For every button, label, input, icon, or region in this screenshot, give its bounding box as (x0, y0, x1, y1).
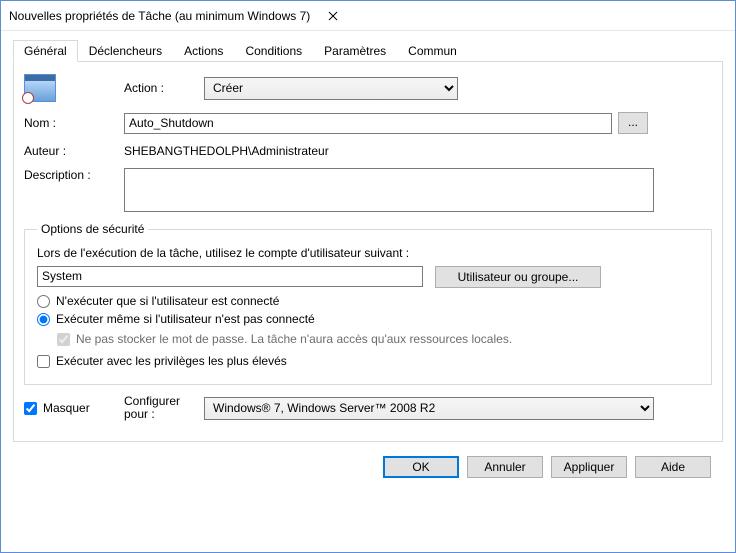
description-input[interactable] (124, 168, 654, 212)
security-groupbox: Options de sécurité Lors de l'exécution … (24, 222, 712, 385)
radio-not-logged-on[interactable] (37, 313, 50, 326)
change-user-button[interactable]: Utilisateur ou groupe... (435, 266, 601, 288)
no-store-password-label: Ne pas stocker le mot de passe. La tâche… (76, 332, 512, 346)
nom-label: Nom : (24, 116, 124, 130)
apply-button[interactable]: Appliquer (551, 456, 627, 478)
radio-logged-on-label: N'exécuter que si l'utilisateur est conn… (56, 294, 279, 308)
ok-button[interactable]: OK (383, 456, 459, 478)
window-title: Nouvelles propriétés de Tâche (au minimu… (9, 9, 310, 23)
security-intro: Lors de l'exécution de la tâche, utilise… (37, 246, 699, 260)
help-button[interactable]: Aide (635, 456, 711, 478)
tab-commun[interactable]: Commun (397, 40, 468, 62)
security-legend: Options de sécurité (37, 222, 148, 236)
tab-actions[interactable]: Actions (173, 40, 234, 62)
task-icon (24, 74, 56, 102)
dialog-buttons: OK Annuler Appliquer Aide (13, 442, 723, 478)
action-label: Action : (124, 81, 204, 95)
close-button[interactable] (310, 1, 355, 30)
highest-privileges-checkbox[interactable] (37, 355, 50, 368)
action-select[interactable]: Créer (204, 77, 458, 100)
close-icon (328, 11, 338, 21)
tab-panel-general: Action : Créer Nom : ... Auteur : SHEBAN… (13, 62, 723, 442)
tab-conditions[interactable]: Conditions (234, 40, 313, 62)
auteur-label: Auteur : (24, 144, 124, 158)
titlebar: Nouvelles propriétés de Tâche (au minimu… (1, 1, 735, 31)
radio-logged-on[interactable] (37, 295, 50, 308)
highest-privileges-label: Exécuter avec les privilèges les plus él… (56, 354, 287, 368)
nom-input[interactable] (124, 113, 612, 134)
browse-button[interactable]: ... (618, 112, 648, 134)
radio-not-logged-on-label: Exécuter même si l'utilisateur n'est pas… (56, 312, 315, 326)
hide-label: Masquer (43, 401, 90, 415)
hide-checkbox[interactable] (24, 402, 37, 415)
description-label: Description : (24, 168, 124, 182)
configure-select[interactable]: Windows® 7, Windows Server™ 2008 R2 (204, 397, 654, 420)
configure-label: Configurer pour : (124, 395, 204, 421)
tabstrip: Général Déclencheurs Actions Conditions … (13, 39, 723, 62)
tab-general[interactable]: Général (13, 40, 78, 62)
no-store-password-checkbox (57, 333, 70, 346)
tab-declencheurs[interactable]: Déclencheurs (78, 40, 173, 62)
auteur-value: SHEBANGTHEDOLPH\Administrateur (124, 144, 329, 158)
account-field: System (37, 266, 423, 287)
tab-parametres[interactable]: Paramètres (313, 40, 397, 62)
cancel-button[interactable]: Annuler (467, 456, 543, 478)
